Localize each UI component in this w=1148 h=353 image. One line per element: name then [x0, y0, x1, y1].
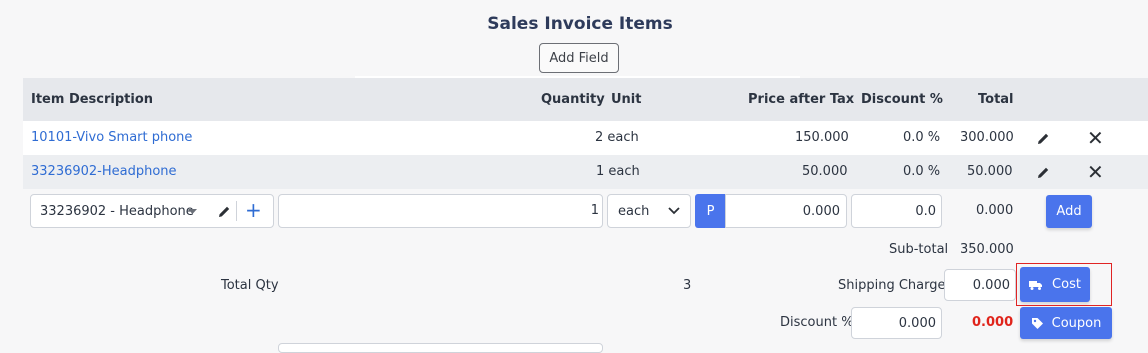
item-select[interactable]: 33236902 - Headphone + — [30, 194, 274, 228]
row-quantity: 1 each — [596, 164, 640, 179]
unit-select[interactable]: each — [607, 194, 691, 228]
column-quantity: Quantity — [541, 92, 605, 107]
price-input[interactable]: 0.000 — [725, 194, 847, 228]
price-mode-button[interactable]: P — [695, 194, 726, 228]
row-discount: 0.0 % — [903, 130, 941, 145]
shipping-value: 0.000 — [972, 278, 1010, 293]
add-field-button[interactable]: Add Field — [539, 43, 619, 73]
highlight-box — [1016, 263, 1112, 306]
pencil-icon[interactable] — [218, 205, 231, 218]
discount-input[interactable]: 0.0 — [851, 194, 942, 228]
row-quantity: 2 each — [595, 130, 639, 145]
coupon-button[interactable]: Coupon — [1020, 307, 1112, 339]
new-item-total: 0.000 — [976, 203, 1014, 218]
close-icon[interactable]: ✕ — [1087, 128, 1104, 148]
divider — [236, 201, 237, 221]
column-unit: Unit — [611, 92, 642, 107]
discount-input-value: 0.000 — [898, 316, 936, 331]
plus-icon[interactable]: + — [245, 199, 262, 221]
shipping-label: Shipping Charge — [838, 278, 946, 293]
discount-amount: 0.000 — [972, 315, 1014, 330]
caret-down-icon — [188, 209, 197, 214]
add-item-button[interactable]: Add — [1046, 195, 1092, 228]
pencil-icon[interactable] — [1037, 166, 1050, 179]
item-link[interactable]: 33236902-Headphone — [31, 164, 177, 179]
tag-icon — [1031, 317, 1043, 329]
total-qty-label: Total Qty — [221, 278, 279, 293]
pencil-icon[interactable] — [1037, 132, 1050, 145]
row-price: 150.000 — [795, 130, 849, 145]
quantity-input[interactable]: 1 — [278, 194, 603, 228]
chevron-down-icon — [668, 207, 680, 215]
unit-value: each — [618, 204, 650, 219]
item-link[interactable]: 10101-Vivo Smart phone — [31, 130, 192, 145]
total-qty-value: 3 — [683, 278, 692, 293]
row-price: 50.000 — [802, 164, 848, 179]
column-price-after-tax: Price after Tax — [748, 92, 855, 107]
notes-input[interactable] — [278, 343, 603, 353]
section-title: Sales Invoice Items — [487, 14, 673, 34]
row-total: 50.000 — [967, 164, 1013, 179]
subtotal-value: 350.000 — [960, 242, 1014, 257]
discount-value: 0.0 — [915, 204, 936, 219]
shipping-input[interactable]: 0.000 — [944, 269, 1016, 301]
column-discount: Discount % — [861, 92, 943, 107]
column-item-description: Item Description — [31, 92, 154, 107]
column-total: Total — [978, 92, 1014, 107]
price-value: 0.000 — [802, 204, 840, 219]
subtotal-label: Sub-total — [889, 242, 949, 257]
row-total: 300.000 — [960, 130, 1014, 145]
discount-label: Discount % — [780, 315, 854, 330]
item-select-value: 33236902 - Headphone — [40, 204, 194, 219]
discount-amount-input[interactable]: 0.000 — [851, 307, 942, 339]
close-icon[interactable]: ✕ — [1087, 162, 1104, 182]
quantity-value: 1 — [590, 203, 599, 218]
row-discount: 0.0 % — [903, 164, 941, 179]
coupon-label: Coupon — [1051, 315, 1102, 331]
